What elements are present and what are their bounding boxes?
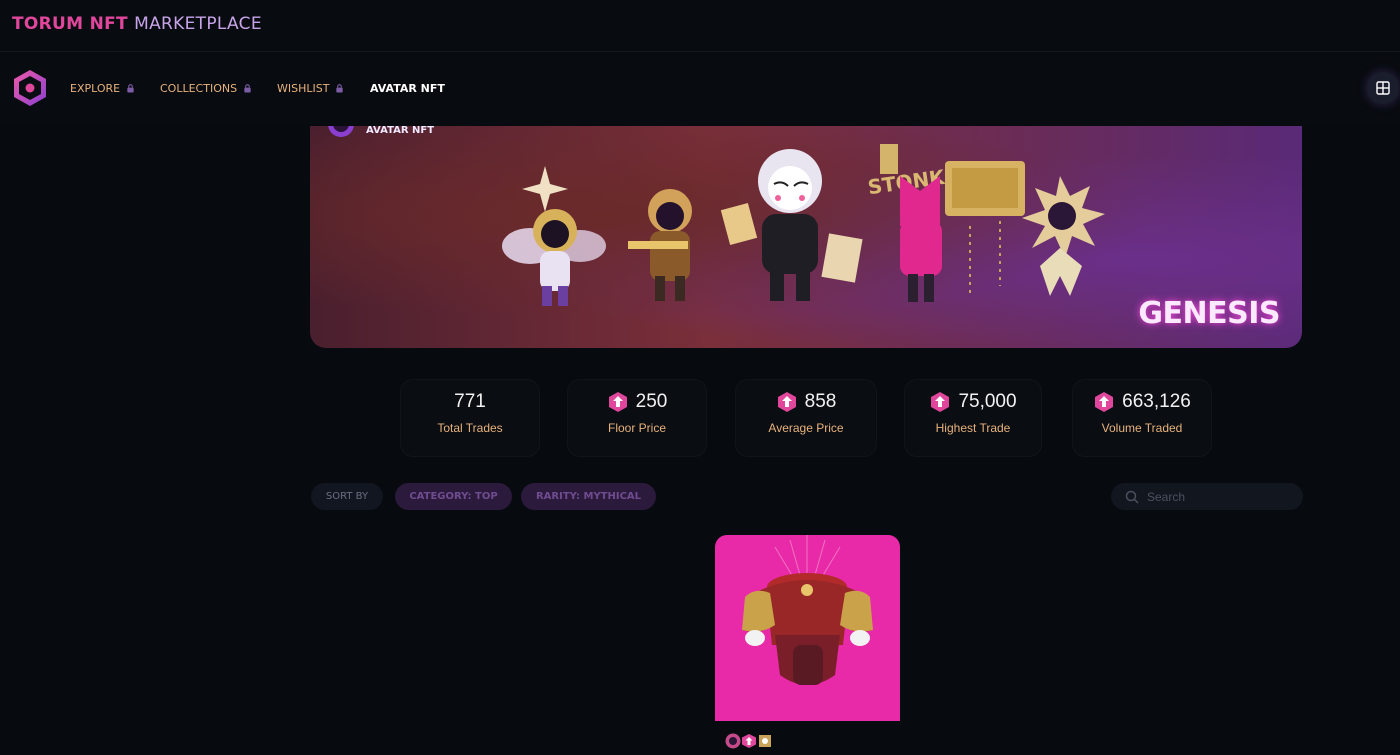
search-box[interactable] <box>1111 483 1303 510</box>
nav-explore-label: EXPLORE <box>70 82 121 95</box>
nav-explore[interactable]: EXPLORE <box>70 82 135 95</box>
nav-avatar-nft[interactable]: AVATAR NFT <box>370 82 445 95</box>
stat-value: 75,000 <box>905 391 1041 413</box>
lock-icon <box>244 84 251 93</box>
stat-volume-traded-value: 663,126 <box>1122 391 1191 412</box>
stat-highest-trade: 75,000 Highest Trade <box>905 380 1041 456</box>
stat-total-trades-value: 771 <box>454 391 486 412</box>
sort-by-button[interactable]: SORT BY <box>311 483 383 510</box>
nav-wishlist-label: WISHLIST <box>277 82 330 95</box>
genesis-wordmark: GENESIS <box>1138 296 1280 331</box>
banner-title: AVATAR NFT <box>366 126 435 136</box>
torum-token-icon <box>1095 392 1114 412</box>
brand-title[interactable]: TORUM NFT MARKETPLACE <box>12 14 262 34</box>
rarity-badge-icon <box>759 735 771 747</box>
brand-title-part2: MARKETPLACE <box>134 14 262 34</box>
stat-average-price: 858 Average Price <box>736 380 876 456</box>
torum-logo-icon[interactable] <box>12 69 48 107</box>
stat-floor-price-value: 250 <box>635 391 668 412</box>
search-input[interactable] <box>1147 489 1287 504</box>
stat-total-trades: 771 Total Trades <box>401 380 539 456</box>
stat-floor-price-label: Floor Price <box>607 421 666 435</box>
stat-floor-price: 250 Floor Price <box>568 380 706 456</box>
stat-volume-traded-label: Volume Traded <box>1101 421 1183 435</box>
collection-avatar-icon <box>328 126 354 137</box>
nft-card[interactable] <box>715 535 900 721</box>
collection-banner: AVATAR NFT STONKS GENESIS <box>310 126 1302 348</box>
nav-collections[interactable]: COLLECTIONS <box>160 82 252 95</box>
nav-wishlist[interactable]: WISHLIST <box>277 82 344 95</box>
rarity-filter-button[interactable]: RARITY: MYTHICAL <box>521 483 656 510</box>
nft-card-footer <box>725 733 773 749</box>
torum-token-icon <box>777 392 796 412</box>
stat-value: 250 <box>568 391 706 413</box>
search-icon <box>1125 490 1139 504</box>
stat-value: 858 <box>736 391 876 413</box>
grid-icon <box>1376 81 1390 95</box>
nft-armor-image <box>742 535 873 685</box>
stat-value: 771 <box>401 391 539 413</box>
top-bar: TORUM NFT MARKETPLACE <box>0 0 1400 52</box>
stat-average-price-value: 858 <box>804 391 837 412</box>
filter-bar: SORT BY CATEGORY: TOP RARITY: MYTHICAL <box>0 483 1400 510</box>
nav-collections-label: COLLECTIONS <box>160 82 238 95</box>
lock-icon <box>336 84 344 93</box>
category-filter-button[interactable]: CATEGORY: TOP <box>395 483 512 510</box>
lock-icon <box>127 84 134 93</box>
stat-highest-trade-value: 75,000 <box>958 391 1017 412</box>
torum-token-icon <box>608 392 627 412</box>
creator-avatar-icon <box>725 733 741 749</box>
torum-token-icon <box>931 392 950 412</box>
stat-total-trades-label: Total Trades <box>437 421 503 435</box>
grid-view-button[interactable] <box>1367 72 1399 104</box>
brand-title-part1: TORUM NFT <box>12 14 128 34</box>
stat-value: 663,126 <box>1073 391 1211 413</box>
stat-volume-traded: 663,126 Volume Traded <box>1073 380 1211 456</box>
stat-average-price-label: Average Price <box>768 421 844 435</box>
torum-token-icon <box>742 734 756 748</box>
stat-highest-trade-label: Highest Trade <box>935 421 1011 435</box>
main-nav: EXPLORE COLLECTIONS WISHLIST AVATAR NFT <box>0 53 1400 125</box>
nav-avatar-nft-label: AVATAR NFT <box>370 82 445 95</box>
